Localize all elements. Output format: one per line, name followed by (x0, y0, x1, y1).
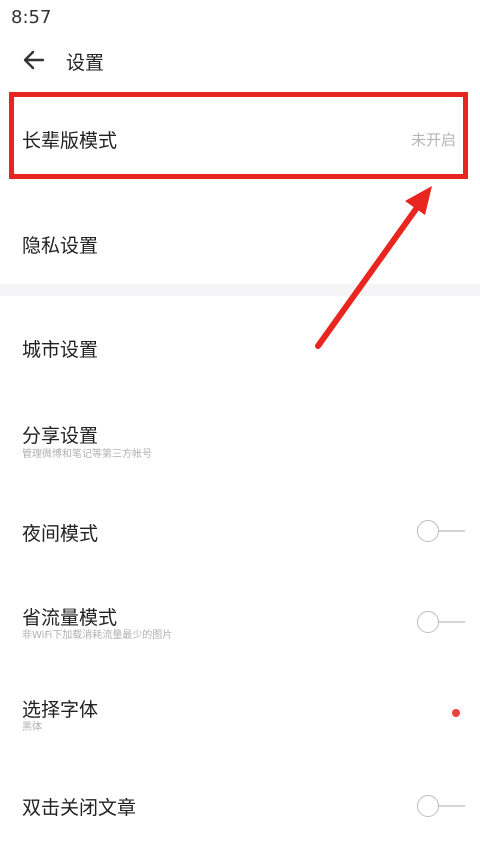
red-dot-icon (452, 709, 460, 717)
settings-row-subtitle: 管理微博和笔记等第三方帐号 (22, 449, 152, 460)
page-title: 设置 (66, 52, 105, 74)
settings-row-subtitle: 黑体 (22, 722, 42, 733)
toggle-knob (417, 611, 439, 633)
settings-row-share[interactable]: 分享设置 管理微博和笔记等第三方帐号 (0, 392, 480, 482)
arrow-left-icon (23, 50, 45, 70)
settings-row-label: 分享设置 (22, 425, 99, 447)
settings-row-value: 未开启 (410, 131, 456, 149)
settings-row-label: 隐私设置 (22, 235, 99, 257)
settings-row-privacy[interactable]: 隐私设置 (0, 190, 480, 285)
status-bar: 8:57 (0, 0, 480, 34)
settings-row-double-tap-close[interactable]: 双击关闭文章 (0, 760, 480, 853)
data-saver-toggle[interactable] (413, 609, 465, 635)
status-time: 8:57 (11, 7, 52, 28)
settings-row-label: 夜间模式 (22, 523, 99, 545)
app-bar: 设置 (0, 34, 480, 88)
settings-row-elder-mode[interactable]: 长辈版模式 未开启 (0, 95, 480, 180)
settings-row-data-saver[interactable]: 省流量模式 非WiFi下加载消耗流量最少的图片 (0, 578, 480, 668)
settings-row-label: 长辈版模式 (22, 130, 118, 152)
settings-row-night-mode[interactable]: 夜间模式 (0, 482, 480, 578)
back-button[interactable] (16, 42, 52, 78)
section-divider (0, 284, 480, 296)
toggle-knob (417, 520, 439, 542)
settings-row-label: 城市设置 (22, 339, 99, 361)
night-mode-toggle[interactable] (413, 518, 465, 544)
settings-row-label: 双击关闭文章 (22, 797, 137, 819)
toggle-knob (417, 795, 439, 817)
settings-row-subtitle: 非WiFi下加载消耗流量最少的图片 (22, 630, 173, 641)
settings-row-font[interactable]: 选择字体 黑体 (0, 668, 480, 760)
settings-row-city[interactable]: 城市设置 (0, 296, 480, 392)
double-tap-close-toggle[interactable] (413, 793, 465, 819)
